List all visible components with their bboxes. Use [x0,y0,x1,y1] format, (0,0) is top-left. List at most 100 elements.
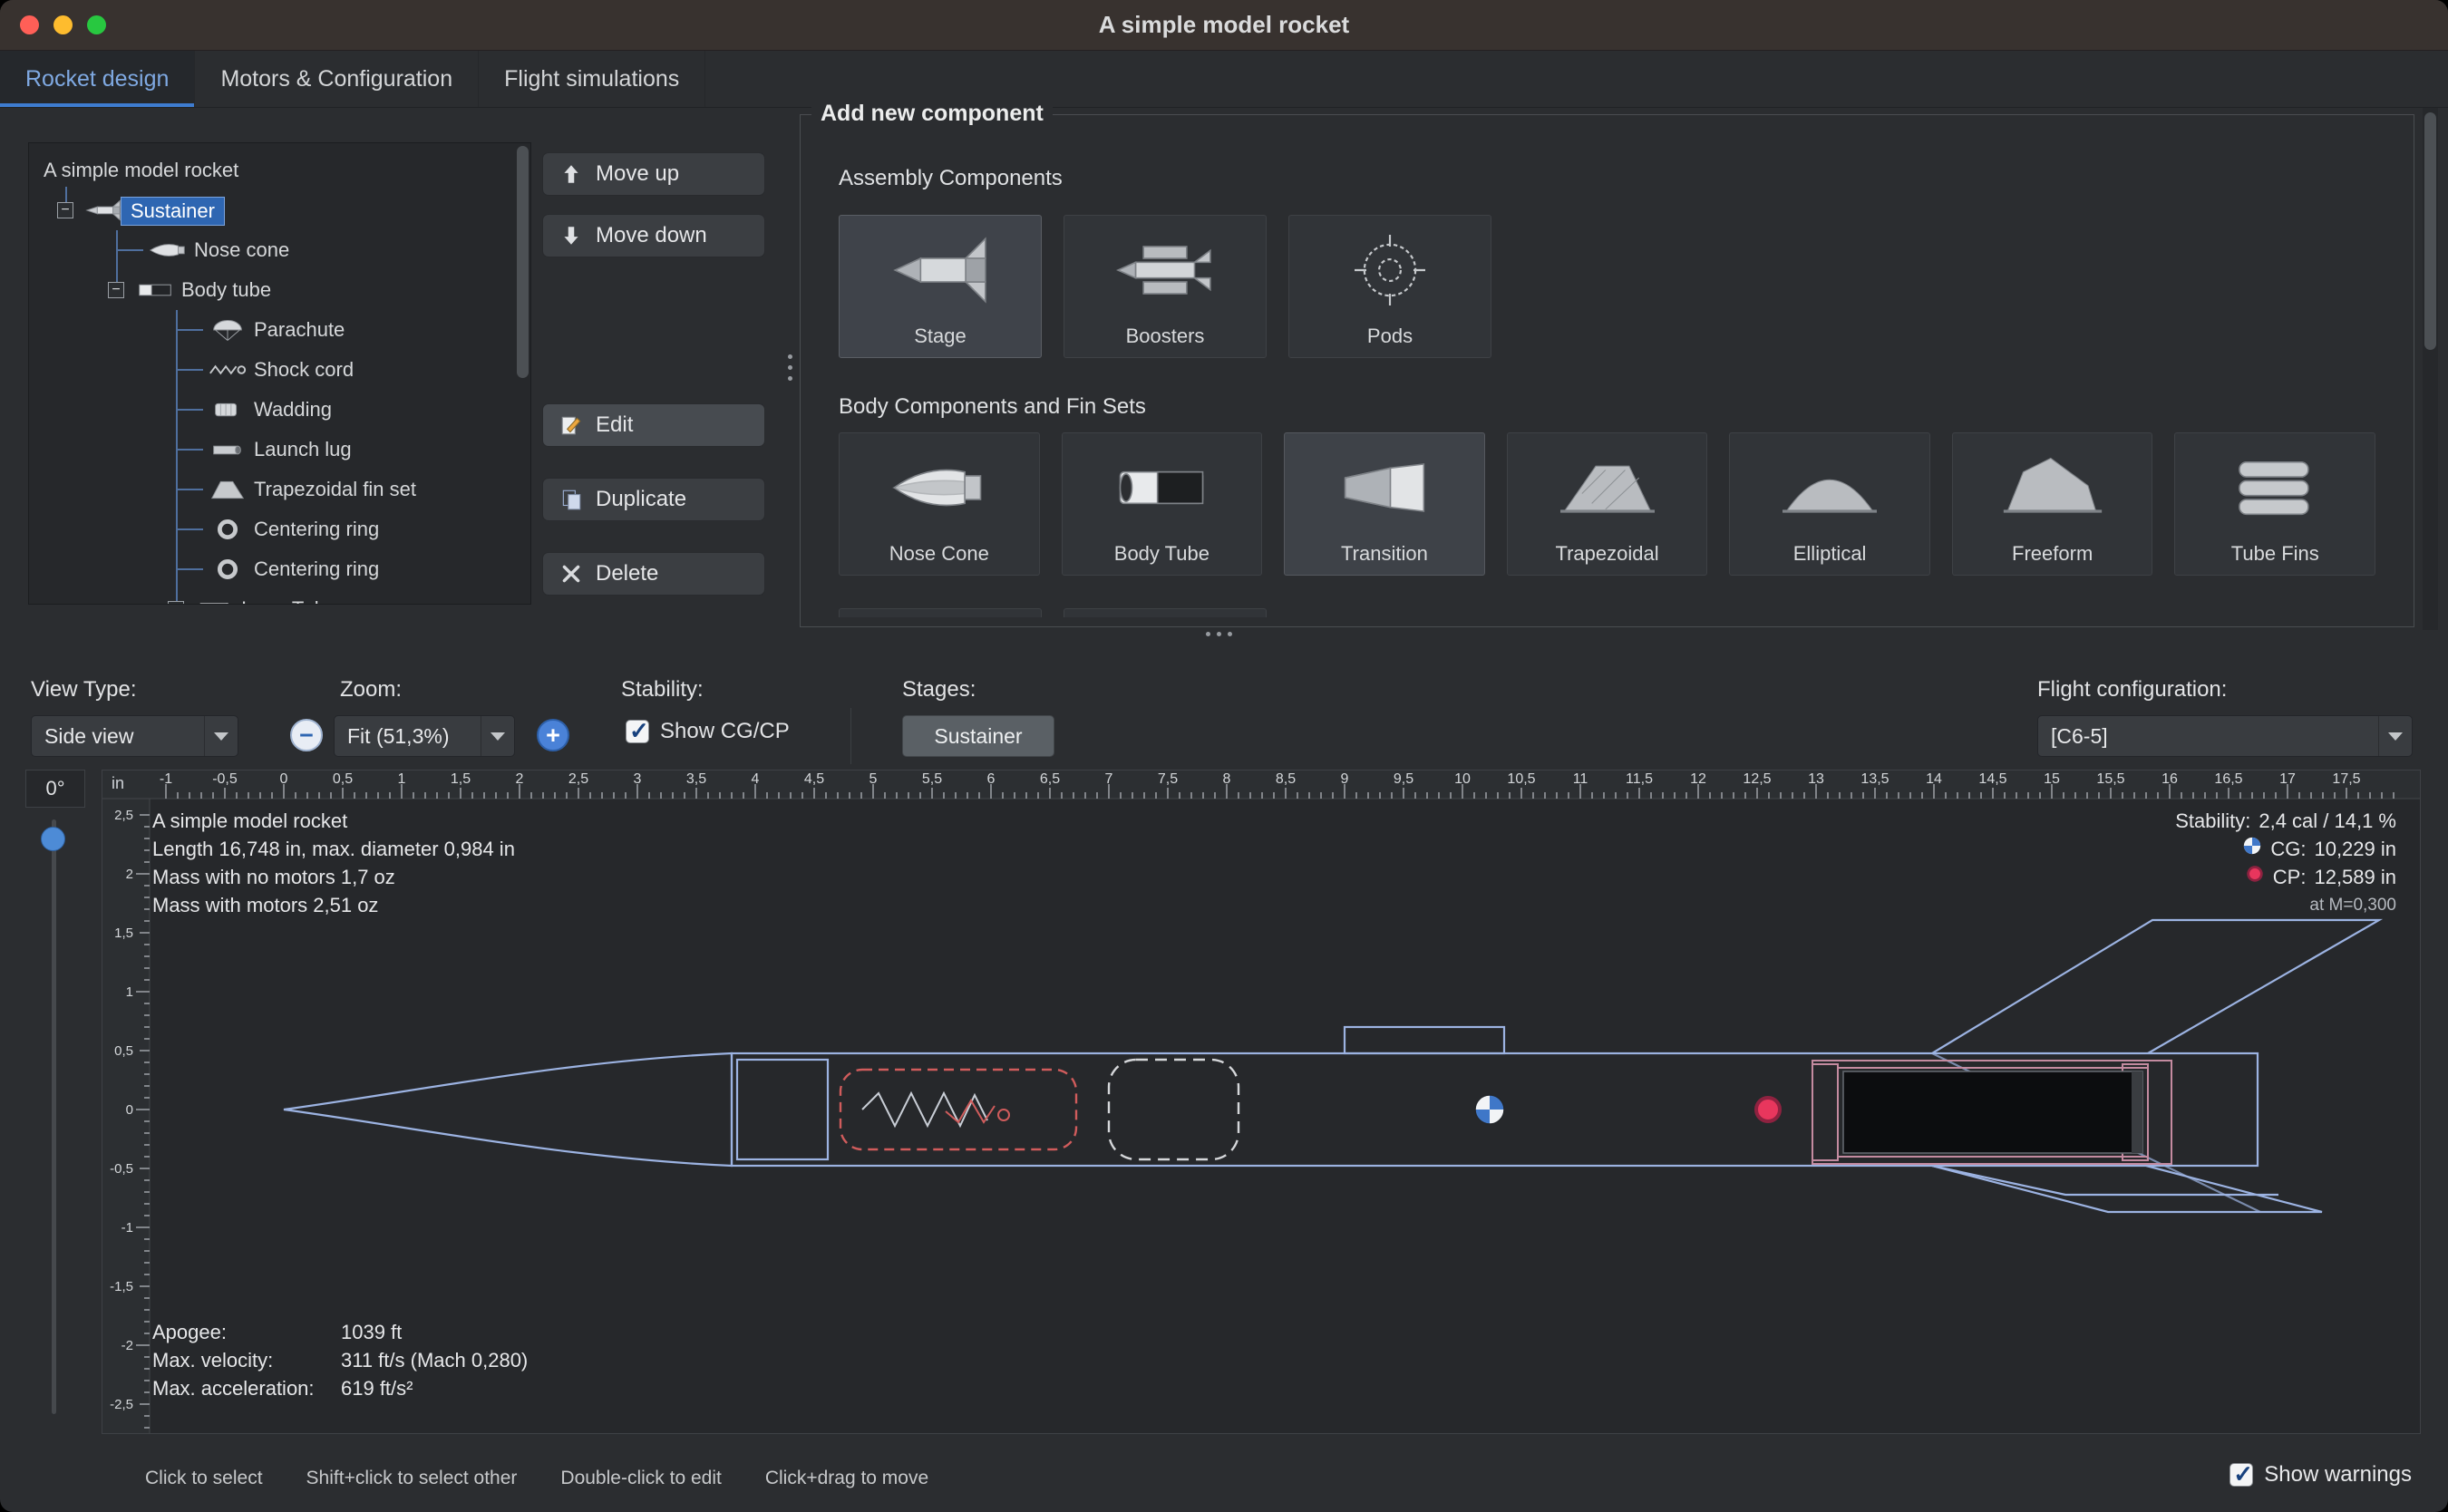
svg-text:12,5: 12,5 [1743,771,1771,787]
tree-item-body-tube[interactable]: Body tube [181,276,271,304]
component-tube-fins[interactable]: Tube Fins [2174,432,2375,576]
vertical-splitter-handle[interactable] [788,354,792,381]
max-velocity-label: Max. velocity: [152,1346,341,1374]
window-scrollbar-thumb[interactable] [2424,112,2436,350]
cp-label: CP: [2273,863,2307,891]
svg-text:13,5: 13,5 [1860,771,1889,787]
zoom-select[interactable]: Fit (51,3%) [334,715,515,757]
tree-item-a-simple-model-rocket[interactable]: A simple model rocket [44,157,238,184]
svg-text:8: 8 [1223,771,1231,787]
duplicate-button[interactable]: Duplicate [542,478,765,521]
show-warnings-checkbox[interactable] [2229,1463,2253,1487]
chevron-down-icon [2378,716,2412,756]
rotation-slider-thumb[interactable] [41,827,65,851]
tab-motors-configuration[interactable]: Motors & Configuration [195,51,479,107]
tree-guide-line [176,329,203,331]
tab-rocket-design[interactable]: Rocket design [0,51,195,107]
svg-text:2: 2 [516,771,524,787]
status-hint: Shift+click to select other [306,1468,518,1489]
edit-button[interactable]: Edit [542,403,765,447]
rocket-name: A simple model rocket [152,807,515,835]
flight-configuration-select[interactable]: [C6-5] [2037,715,2413,757]
svg-text:10: 10 [1454,771,1471,787]
component-body-tube[interactable]: Body Tube [1062,432,1263,576]
component-boosters[interactable]: Boosters [1064,215,1267,358]
tree-item-centering-ring[interactable]: Centering ring [254,516,379,543]
section-title-body-components-and-fin-sets: Body Components and Fin Sets [839,394,2375,420]
svg-text:1,5: 1,5 [114,926,133,941]
component-trapezoidal[interactable]: Trapezoidal [1507,432,1708,576]
show-cgcp-checkbox[interactable] [626,720,649,743]
tree-item-wadding[interactable]: Wadding [254,396,332,423]
svg-text:0: 0 [280,771,288,787]
tree-item-nose-cone[interactable]: Nose cone [194,237,289,264]
delete-button[interactable]: Delete [542,552,765,596]
collapse-toggle-body-tube[interactable]: − [108,282,124,298]
apogee-value: 1039 ft [341,1318,402,1346]
move-up-button[interactable]: Move up [542,152,765,196]
tree-guide-line [176,489,203,490]
fin-set-icon [207,477,248,502]
maximize-button[interactable] [87,15,106,34]
svg-text:7: 7 [1105,771,1113,787]
tree-scrollbar-thumb[interactable] [517,146,529,378]
component-card-label: Trapezoidal [1555,542,1658,566]
close-button[interactable] [20,15,39,34]
stage-toggle-sustainer[interactable]: Sustainer [902,715,1054,757]
rotation-slider-track[interactable] [52,819,56,1414]
view-type-select[interactable]: Side view [31,715,238,757]
svg-text:8,5: 8,5 [1276,771,1296,787]
flight-data-block: Apogee: 1039 ft Max. velocity: 311 ft/s … [152,1318,528,1402]
cp-legend-icon [2245,863,2265,891]
component-transition[interactable]: Transition [1284,432,1485,576]
zoom-in-button[interactable]: + [537,719,569,751]
nose-cone-icon [147,237,189,263]
rocket-view-canvas[interactable]: -1-0,500,511,522,533,544,555,566,577,588… [102,770,2421,1434]
zoom-value: Fit (51,3%) [347,724,449,749]
horizontal-splitter-handle[interactable] [1206,632,1232,636]
add-component-title: Add new component [811,101,1053,127]
collapse-toggle-inner-tube[interactable]: − [168,601,184,605]
window-controls [20,15,106,34]
collapse-toggle-sustainer[interactable]: − [57,202,73,218]
tab-flight-simulations[interactable]: Flight simulations [479,51,705,107]
rocket-mass-no-motors: Mass with no motors 1,7 oz [152,863,515,891]
toolbar-divider [850,708,851,764]
component-nose-cone[interactable]: Nose Cone [839,432,1040,576]
tree-item-centering-ring[interactable]: Centering ring [254,556,379,583]
action-label: Edit [596,412,633,438]
tube-fins-icon [2175,433,2375,542]
tree-item-sustainer[interactable]: Sustainer [121,197,225,226]
svg-text:0: 0 [126,1102,133,1118]
tree-item-inner-tube[interactable]: Inner Tube [241,596,336,605]
tree-item-shock-cord[interactable]: Shock cord [254,356,354,383]
status-hint: Click to select [145,1468,263,1489]
zoom-out-button[interactable]: − [290,719,323,751]
tree-item-parachute[interactable]: Parachute [254,316,345,344]
move-down-button[interactable]: Move down [542,214,765,257]
cp-value: 12,589 in [2314,863,2396,891]
component-tree[interactable]: A simple model rocket − Sustainer Nose cone… [28,142,531,605]
nose-cone-icon [840,433,1039,542]
component-card-partial[interactable] [1064,608,1267,617]
app-window: A simple model rocket Rocket designMotor… [0,0,2448,1512]
component-freeform[interactable]: Freeform [1952,432,2153,576]
svg-text:-1: -1 [160,771,172,787]
component-stage[interactable]: Stage [839,215,1042,358]
svg-text:4,5: 4,5 [804,771,824,787]
svg-text:17,5: 17,5 [2332,771,2360,787]
component-pods[interactable]: Pods [1288,215,1491,358]
shock-cord-icon [207,357,248,383]
workspace: A simple model rocket − Sustainer Nose cone… [0,108,2448,1512]
cg-legend-icon [2242,835,2262,863]
tree-item-launch-lug[interactable]: Launch lug [254,436,352,463]
minimize-button[interactable] [53,15,73,34]
trapezoidal-fin-icon [1508,433,1707,542]
tree-item-trapezoidal-fin-set[interactable]: Trapezoidal fin set [254,476,416,503]
component-card-partial[interactable] [839,608,1042,617]
statusbar: Click to select Shift+click to select oth… [0,1459,2448,1500]
component-elliptical[interactable]: Elliptical [1729,432,1930,576]
view-type-value: Side view [44,724,133,749]
svg-text:2,5: 2,5 [568,771,588,787]
action-label: Delete [596,561,658,586]
